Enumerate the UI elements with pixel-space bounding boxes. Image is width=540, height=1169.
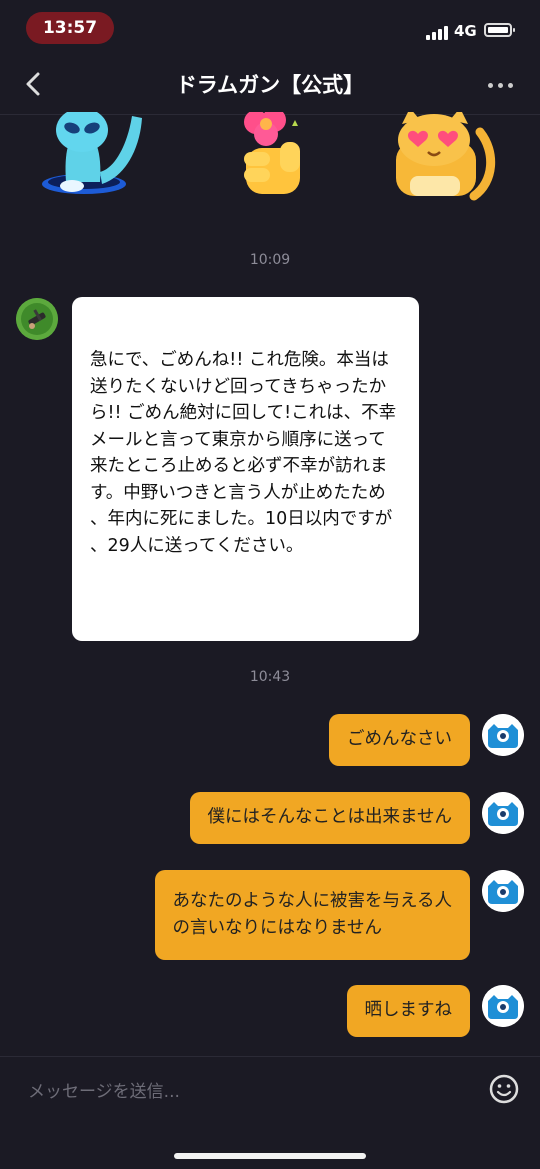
network-label: 4G (454, 22, 477, 40)
chat-title: ドラムガン【公式】 (175, 73, 365, 97)
emoji-button[interactable] (488, 1073, 520, 1105)
incoming-message-bubble[interactable]: 急にで、ごめんね!! これ危険。本当は送りたくないけど回ってきちゃったから!! … (72, 297, 419, 641)
smiley-icon (489, 1074, 519, 1104)
home-indicator (174, 1153, 366, 1159)
outgoing-message-bubble[interactable]: 僕にはそんなことは出来ません (189, 792, 470, 844)
heart-eyes-cat-sticker[interactable] (390, 112, 500, 202)
signal-icon (426, 24, 450, 40)
timestamp: 10:09 (249, 252, 291, 268)
chat-header: ドラムガン【公式】 (0, 56, 540, 115)
user-avatar[interactable] (482, 985, 524, 1027)
message-input-bar: メッセージを送信... (0, 1056, 540, 1169)
status-time: 13:57 (26, 12, 114, 44)
status-bar: 13:57 4G (0, 0, 540, 56)
battery-icon (484, 23, 515, 37)
alien-sticker[interactable] (36, 112, 146, 202)
outgoing-message-bubble[interactable]: ごめんなさい (329, 714, 470, 766)
user-avatar[interactable] (482, 792, 524, 834)
timestamp: 10:43 (249, 669, 291, 685)
sender-avatar[interactable] (16, 298, 58, 340)
outgoing-message-bubble[interactable]: あなたのような人に被害を与える人 の言いなりにはなりません (154, 870, 470, 960)
message-input[interactable]: メッセージを送信... (28, 1077, 180, 1102)
user-avatar[interactable] (482, 870, 524, 912)
user-avatar[interactable] (482, 714, 524, 756)
outgoing-message-bubble[interactable]: 晒しますね (346, 985, 470, 1037)
flower-hand-sticker[interactable] (220, 112, 330, 202)
more-options-button[interactable] (488, 78, 518, 94)
